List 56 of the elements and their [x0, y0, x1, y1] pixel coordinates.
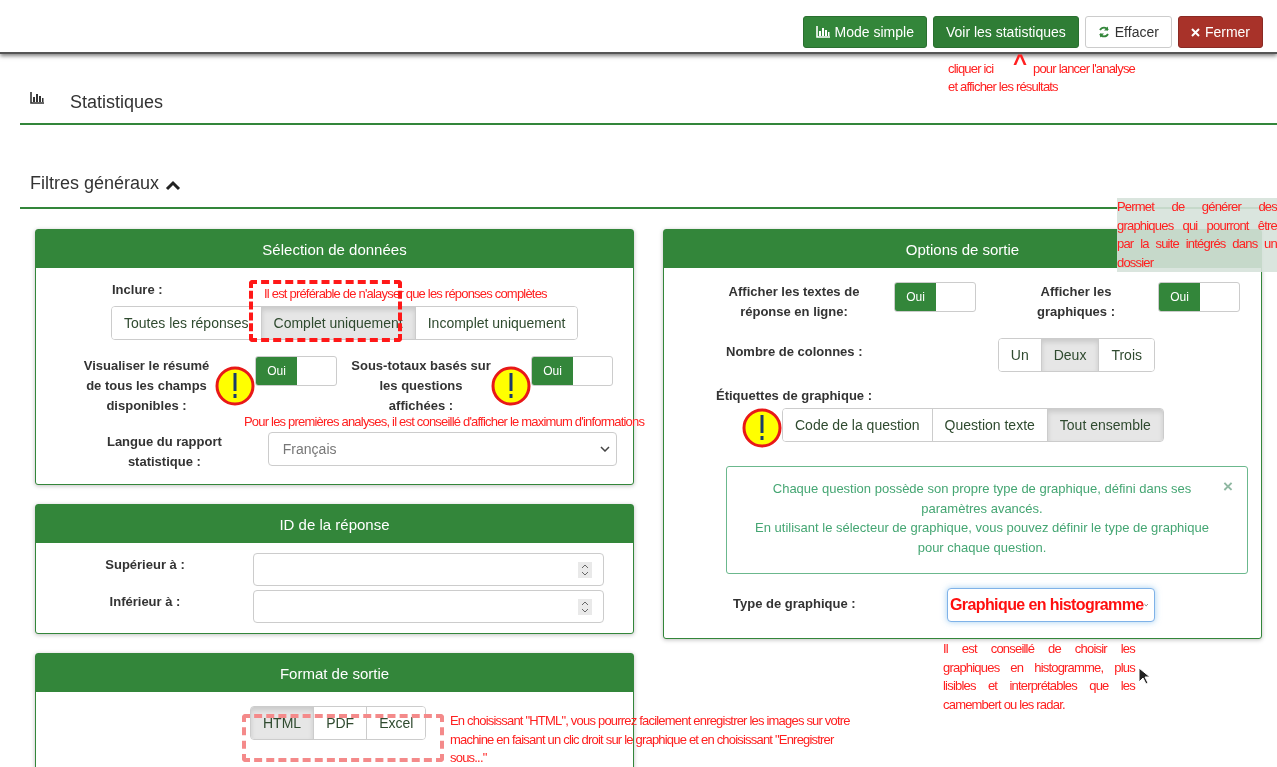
- number-input[interactable]: [253, 590, 604, 623]
- annotation-text: et afficher les résultats: [948, 78, 1058, 96]
- field-label: Afficher les graphiques :: [1036, 283, 1116, 321]
- language-select[interactable]: Français: [267, 432, 617, 466]
- annotation-text: Permet de générer des graphiques qui pourront être par la suite intégrés dans un dossier: [1117, 198, 1277, 272]
- option-button[interactable]: Complet uniquement: [261, 307, 416, 339]
- refresh-icon: [1097, 26, 1110, 38]
- toggle-switch[interactable]: Oui: [894, 282, 976, 312]
- number-input[interactable]: [253, 553, 604, 586]
- chevron-down-icon: [600, 446, 610, 452]
- spinner-icon: [578, 562, 592, 578]
- toggle-switch[interactable]: Oui: [531, 356, 613, 386]
- panel-header: Format de sortie: [36, 654, 633, 692]
- toolbar-button[interactable]: Effacer: [1084, 16, 1172, 48]
- toggle-switch[interactable]: Oui: [1158, 282, 1240, 312]
- option-button[interactable]: Tout ensemble: [1047, 409, 1163, 441]
- field-label: Supérieur à :: [104, 556, 186, 574]
- bar-chart-icon: [30, 92, 44, 104]
- panel-header: ID de la réponse: [36, 505, 633, 543]
- chevron-down-icon: [1143, 602, 1148, 608]
- warning-icon: [215, 366, 255, 406]
- close-icon: [1190, 27, 1200, 37]
- chevron-up-icon[interactable]: [165, 179, 182, 191]
- field-label: Langue du rapport statistique :: [105, 433, 223, 471]
- spinner-icon: [578, 599, 592, 615]
- option-button[interactable]: Deux: [1041, 339, 1100, 371]
- field-label: Inclure :: [112, 281, 163, 299]
- toolbar-button[interactable]: Mode simple: [802, 16, 927, 48]
- warning-icon: [491, 366, 531, 406]
- filters-title: Filtres généraux: [30, 173, 160, 194]
- field-label: Inférieur à :: [108, 593, 182, 611]
- alert-text: Chaque question possède son propre type de graphique, défini dans ses paramètres avancés.: [771, 480, 1193, 518]
- annotation-text: cliquer ici: [948, 60, 994, 78]
- field-label: Étiquettes de graphique :: [716, 387, 872, 405]
- toggle-switch[interactable]: Oui: [255, 356, 337, 386]
- toolbar-button[interactable]: Fermer: [1177, 16, 1263, 48]
- chart-type-select[interactable]: Graphique en histogramme: [947, 588, 1155, 622]
- field-label: Sous-totaux basés sur les questions affichées :: [351, 357, 491, 415]
- bar-chart-icon: [815, 26, 830, 38]
- section-title: Statistiques: [70, 92, 164, 113]
- annotation-text: pour lancer l'analyse: [1033, 60, 1136, 78]
- field-label: Type de graphique :: [733, 595, 857, 613]
- mouse-pointer-icon: [1138, 667, 1150, 685]
- warning-icon: [742, 408, 782, 448]
- option-button[interactable]: Un: [998, 339, 1042, 371]
- option-button[interactable]: Code de la question: [783, 409, 933, 441]
- option-button[interactable]: Toutes les réponses: [112, 307, 262, 339]
- field-label: Afficher les textes de réponse en ligne:: [727, 283, 861, 321]
- annotation-text: Il est conseillé de choisir les graphiques en histogramme, plus lisibles et interprétables que les camembert ou les radar.: [943, 640, 1135, 714]
- annotation-text: ^: [1013, 53, 1027, 73]
- toolbar-button[interactable]: Voir les statistiques: [932, 16, 1079, 48]
- option-button[interactable]: HTML: [251, 707, 315, 739]
- panel-header: Sélection de données: [36, 230, 633, 268]
- field-label: Nombre de colonnes :: [726, 343, 863, 361]
- alert-text: En utilisant le sélecteur de graphique, vous pouvez définir le type de graphique pour chaque question.: [754, 519, 1210, 557]
- field-label: Visualiser le résumé de tous les champs disponibles :: [82, 357, 211, 415]
